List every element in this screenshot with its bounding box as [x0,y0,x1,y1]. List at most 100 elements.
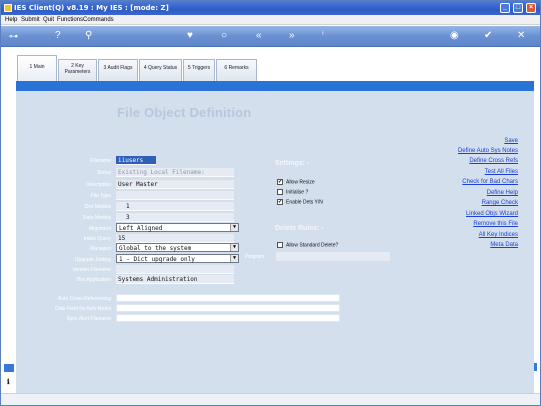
allow-resize-label: Allow Resize [286,179,315,186]
check-icon[interactable]: ✔ [484,31,492,41]
dict-models-field[interactable]: 1 [116,202,234,211]
data-models-field[interactable]: 3 [116,213,234,222]
doc-application-label: Doc Application [76,277,111,283]
toolbar: ⊶ ? ⚲ ♥ ○ « » ⁱ ◉ ✔ ✕ [1,26,540,47]
menu-functions[interactable]: Functions [57,17,83,23]
initialise-checkbox[interactable]: Initialise ? [277,189,308,195]
tab-main[interactable]: 1 Main [17,55,57,81]
linked-objs-wizard-link[interactable]: Linked Objs Wizard [466,211,518,217]
tab-main-label: 1 Main [29,64,45,70]
description-field[interactable]: User Master [116,180,234,189]
test-all-files-link[interactable]: Test All Files [485,169,518,175]
application-window: IES Client(Q) v8.19 : My IES : [mode: Z]… [0,0,541,406]
side-info-icon[interactable]: ℹ [7,378,10,386]
form-panel: File Object Definition Filename iiusers … [16,91,534,393]
enable-dets-checkbox[interactable]: ✔ Enable Dets Y/N [277,199,323,205]
filename-label: Filename [90,158,111,164]
page-title: File Object Definition [117,105,252,120]
allow-standard-delete-label: Allow Standard Delete? [286,242,339,249]
globe-icon[interactable]: ◉ [450,31,459,41]
chevron-down-icon[interactable]: ▼ [230,244,238,251]
title-bar: IES Client(Q) v8.19 : My IES : [mode: Z]… [1,1,540,15]
define-auto-sys-notes-link[interactable]: Define Auto Sys Notes [458,148,518,154]
program-field[interactable] [276,252,390,261]
minimize-button[interactable]: _ [500,3,510,13]
status-label: Status [96,170,111,176]
settings-heading: Settings: - [275,160,310,167]
date-field-auto-notes-label: Date Field for Auto Notes [55,306,111,312]
index-query-label: Index Query [83,236,111,242]
define-cross-refs-link[interactable]: Define Cross Refs [469,158,518,164]
tab-strip: 1 Main 2 Key Parameters 3 Audit Flags 4 … [1,47,540,81]
forward-icon[interactable]: » [289,31,295,41]
data-models-label: Data Models [82,215,111,221]
help-icon[interactable]: ? [55,31,61,41]
app-icon [4,4,12,12]
tab-query-status-label: 4 Query Status [143,65,178,71]
checkbox-checked-icon[interactable]: ✔ [277,179,283,185]
sync-alert-filename-label: Sync Alert Filename [66,316,111,322]
date-field-auto-notes-field[interactable] [116,304,340,312]
meta-data-link[interactable]: Meta Data [490,242,518,248]
status-field: Existing Local Filename: [116,168,234,177]
menu-submit[interactable]: Submit [21,17,40,23]
program-label: Program [245,254,265,260]
remove-file-link[interactable]: Remove this File [473,221,518,227]
status-bar [1,393,540,405]
close-window-button[interactable]: × [526,3,536,13]
alignment-value: Left Aligned [119,225,163,232]
chevron-down-icon[interactable]: ▼ [230,224,238,231]
maximize-button[interactable]: □ [513,3,523,13]
doc-application-field[interactable]: Systems Administration [116,275,234,284]
menu-commands[interactable]: Commands [83,17,114,23]
index-query-field[interactable]: 15 [116,234,234,243]
close-icon[interactable]: ✕ [517,31,525,41]
checkbox-empty-icon[interactable] [277,189,283,195]
description-label: Description [85,182,111,188]
all-key-indices-link[interactable]: All Key Indices [479,232,518,238]
upgrade-setting-dropdown[interactable]: 1 - Dict upgrade only ▼ [116,254,239,263]
tab-query-status[interactable]: 4 Query Status [139,59,182,81]
auto-cross-referencing-field[interactable] [116,294,340,302]
file-type-label: File Type [90,193,111,199]
allow-resize-checkbox[interactable]: ✔ Allow Resize [277,179,315,185]
range-check-link[interactable]: Range Check [482,200,518,206]
search-icon[interactable]: ⚲ [85,31,92,41]
tab-audit-flags[interactable]: 3 Audit Flags [98,59,138,81]
managed-label: Managed [90,246,111,252]
rewind-icon[interactable]: « [256,31,262,41]
menu-bar: Help Submit Quit Functions Commands [1,15,540,25]
tab-remarks[interactable]: 6 Remarks [216,59,257,81]
dict-models-label: Dict Models [84,204,111,210]
tab-triggers[interactable]: 5 Triggers [183,59,215,81]
sync-alert-filename-field[interactable] [116,314,340,322]
file-type-field[interactable] [116,191,234,200]
chevron-down-icon[interactable]: ▼ [230,255,238,262]
checkbox-checked-icon[interactable]: ✔ [277,199,283,205]
managed-dropdown[interactable]: Global to the system ▼ [116,243,239,252]
menu-quit[interactable]: Quit [43,17,54,23]
window-title: IES Client(Q) v8.19 : My IES : [mode: Z] [14,4,169,12]
heart-icon[interactable]: ♥ [187,31,193,41]
side-button[interactable] [4,364,14,372]
circle-icon[interactable]: ○ [221,31,227,41]
alignment-dropdown[interactable]: Left Aligned ▼ [116,223,239,232]
delete-rules-heading: Delete Rules: - [275,225,324,232]
auto-cross-referencing-label: Auto Cross Referencing [57,296,111,302]
upgrade-setting-value: 1 - Dict upgrade only [119,256,195,263]
filename-field[interactable]: iiusers [116,156,156,165]
checkbox-empty-icon[interactable] [277,242,283,248]
define-help-link[interactable]: Define Help [487,190,518,196]
key-icon[interactable]: ⊶ [9,31,18,41]
alignment-label: Alignment [88,226,111,232]
left-strip [2,81,16,393]
check-bad-chars-link[interactable]: Check for Bad Chars [462,179,518,185]
save-link[interactable]: Save [504,138,518,144]
info-icon[interactable]: ⁱ [322,31,324,41]
header-accent-bar [16,81,534,91]
tab-audit-flags-label: 3 Audit Flags [103,65,133,71]
allow-standard-delete-checkbox[interactable]: Allow Standard Delete? [277,242,338,248]
menu-help[interactable]: Help [5,17,17,23]
tab-key-parameters[interactable]: 2 Key Parameters [58,59,97,81]
version-filename-field[interactable] [116,265,234,274]
